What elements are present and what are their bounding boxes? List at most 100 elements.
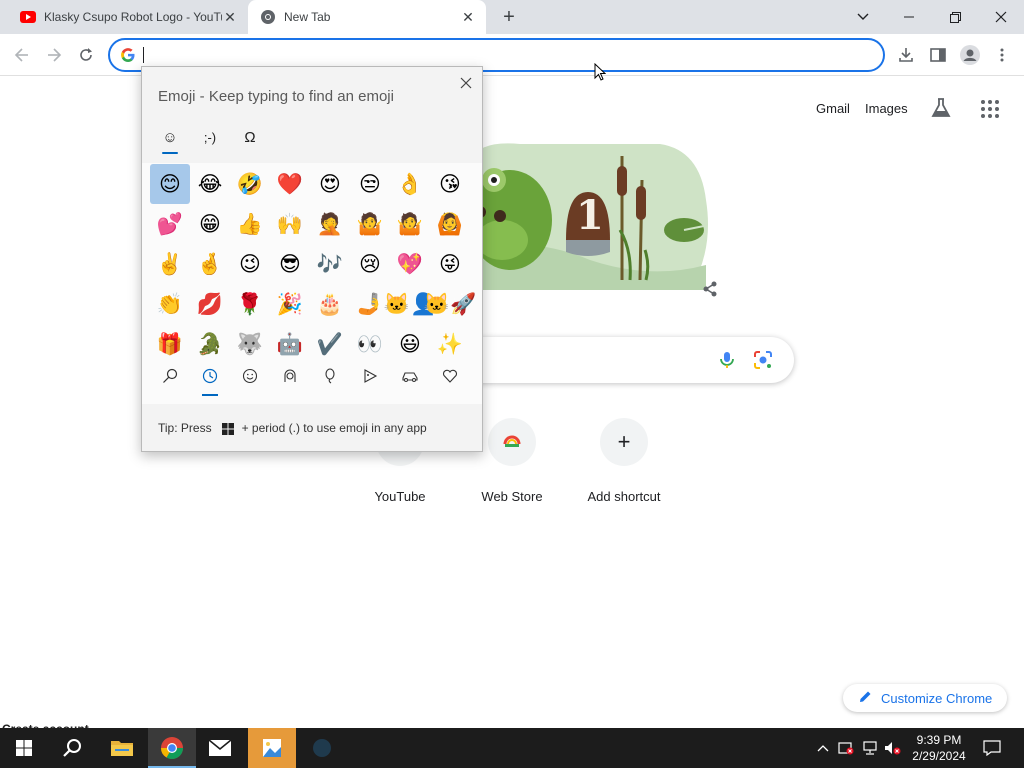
emoji-cell[interactable]: 👍 <box>230 204 270 244</box>
taskbar-search-icon[interactable] <box>48 728 96 768</box>
minimize-button[interactable] <box>886 0 932 34</box>
file-explorer-icon[interactable] <box>98 728 146 768</box>
taskbar-clock[interactable]: 9:39 PM 2/29/2024 <box>902 732 976 764</box>
emoji-cell[interactable]: 😘 <box>430 164 470 204</box>
emoji-cell[interactable]: 😍 <box>310 164 350 204</box>
emoji-cell[interactable]: 🤣 <box>230 164 270 204</box>
close-tab-icon[interactable]: ✕ <box>460 9 476 25</box>
emoji-cell[interactable]: 👏 <box>150 284 190 324</box>
emoji-cell[interactable]: 👌 <box>390 164 430 204</box>
emoji-cell[interactable]: 💕 <box>150 204 190 244</box>
tab-search-icon[interactable] <box>840 0 886 34</box>
close-tab-icon[interactable]: ✕ <box>222 9 238 25</box>
forward-button[interactable] <box>42 43 66 67</box>
tab-new-tab[interactable]: New Tab ✕ <box>248 0 486 34</box>
emoji-cell[interactable]: 🌹 <box>230 284 270 324</box>
network-icon[interactable] <box>860 728 880 768</box>
google-search-box[interactable] <box>440 337 794 383</box>
chrome-taskbar-icon[interactable] <box>148 728 196 768</box>
more-menu-icon[interactable] <box>990 43 1014 67</box>
photos-icon[interactable] <box>248 728 296 768</box>
recent-clock-icon[interactable] <box>198 364 222 388</box>
emoji-cell[interactable]: 😁 <box>190 204 230 244</box>
symbols-category-tab[interactable]: Ω <box>238 125 262 149</box>
emoji-cell[interactable]: 😜 <box>430 244 470 284</box>
emoji-cell[interactable]: ✌️ <box>150 244 190 284</box>
start-button[interactable] <box>0 728 48 768</box>
emoji-cell[interactable]: 💋 <box>190 284 230 324</box>
balloon-icon[interactable] <box>318 364 342 388</box>
emoji-cell[interactable]: 🤦 <box>310 204 350 244</box>
customize-label: Customize Chrome <box>881 690 993 706</box>
volume-muted-icon[interactable] <box>882 728 904 768</box>
lens-search-icon[interactable] <box>753 350 773 370</box>
add-icon: + <box>600 418 648 466</box>
app-icon[interactable] <box>298 728 346 768</box>
emoji-cell[interactable]: 😉 <box>230 244 270 284</box>
close-icon[interactable] <box>458 75 474 91</box>
images-link[interactable]: Images <box>865 101 908 116</box>
emoji-cell[interactable]: 🙆 <box>430 204 470 244</box>
mail-icon[interactable] <box>196 728 244 768</box>
emoji-cell[interactable]: 🐱‍🚀 <box>424 284 476 324</box>
restore-button[interactable] <box>932 0 978 34</box>
emoji-cell[interactable]: 😊 <box>150 164 190 204</box>
emoji-cell[interactable]: ❤️ <box>270 164 310 204</box>
pizza-icon[interactable] <box>358 364 382 388</box>
emoji-panel-header: Emoji - Keep typing to find an emoji ☺ ;… <box>142 67 482 163</box>
close-window-button[interactable] <box>978 0 1024 34</box>
back-button[interactable] <box>10 43 34 67</box>
emoji-cell[interactable]: 😂 <box>190 164 230 204</box>
emoji-cell[interactable]: 🤞 <box>190 244 230 284</box>
emoji-cell[interactable]: 🙌 <box>270 204 310 244</box>
shortcut-label: Web Store <box>481 489 543 504</box>
people-icon[interactable] <box>278 364 302 388</box>
tab-youtube[interactable]: Klasky Csupo Robot Logo - YouTube ✕ <box>8 0 248 34</box>
emoji-cell[interactable]: 🎉 <box>270 284 310 324</box>
tip-suffix: + period (.) to use emoji in any app <box>241 421 427 435</box>
shortcut-label: Add shortcut <box>587 489 661 504</box>
smiley-face-icon[interactable] <box>238 364 262 388</box>
apps-grid-icon[interactable] <box>980 99 1000 119</box>
emoji-cell[interactable]: 😢 <box>350 244 390 284</box>
text-caret <box>143 47 144 63</box>
emoji-cell[interactable]: 💖 <box>390 244 430 284</box>
emoji-cell[interactable]: 🤷 <box>350 204 390 244</box>
labs-flask-icon[interactable] <box>930 97 954 121</box>
customize-chrome-button[interactable]: Customize Chrome <box>843 684 1007 712</box>
download-icon[interactable] <box>894 43 918 67</box>
search-icon[interactable] <box>158 364 182 388</box>
new-tab-button[interactable]: + <box>498 6 520 28</box>
shortcut-add[interactable]: + Add shortcut <box>568 418 680 504</box>
mouse-cursor-icon <box>594 62 607 81</box>
voice-search-icon[interactable] <box>717 350 737 370</box>
profile-avatar-icon[interactable] <box>958 43 982 67</box>
emoji-cell[interactable]: 🎂 <box>310 284 350 324</box>
tab-title: New Tab <box>284 10 331 24</box>
security-shield-icon[interactable] <box>836 728 856 768</box>
gmail-link[interactable]: Gmail <box>816 101 850 116</box>
emoji-category-tab[interactable]: ☺ <box>158 125 182 149</box>
omnibox-input[interactable] <box>142 46 862 66</box>
emoji-cell[interactable]: 🤷 <box>390 204 430 244</box>
emoji-cell[interactable]: 🎶 <box>310 244 350 284</box>
windows-taskbar: 9:39 PM 2/29/2024 <box>0 728 1024 768</box>
heart-icon[interactable] <box>438 364 462 388</box>
active-nav-indicator <box>202 394 218 396</box>
emoji-panel-tip: Tip: Press + period (.) to use emoji in … <box>142 405 482 451</box>
show-hidden-icons-chevron-icon[interactable] <box>814 728 832 768</box>
shortcut-label: YouTube <box>374 489 426 504</box>
clock-date: 2/29/2024 <box>912 749 966 763</box>
kaomoji-category-tab[interactable]: ;-) <box>198 125 222 149</box>
emoji-cell[interactable]: 😎 <box>270 244 310 284</box>
share-icon[interactable] <box>702 281 718 297</box>
youtube-icon <box>20 9 36 25</box>
google-doodle[interactable]: 1 <box>468 140 714 292</box>
car-icon[interactable] <box>398 364 422 388</box>
reload-button[interactable] <box>74 43 98 67</box>
clock-time: 9:39 PM <box>916 733 962 747</box>
notification-center-icon[interactable] <box>980 728 1004 768</box>
emoji-cell[interactable]: 😒 <box>350 164 390 204</box>
tip-prefix: Tip: Press <box>158 421 212 435</box>
side-panel-icon[interactable] <box>926 43 950 67</box>
